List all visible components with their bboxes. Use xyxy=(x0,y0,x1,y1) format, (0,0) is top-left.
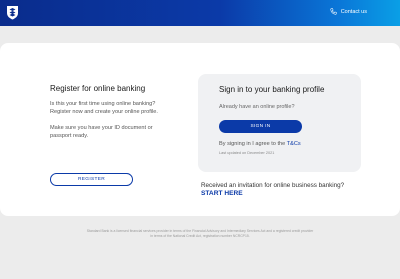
contact-us-label: Contact us xyxy=(340,8,367,15)
register-id-note: Make sure you have your ID document or p… xyxy=(50,125,153,139)
sign-in-button[interactable]: SIGN IN xyxy=(219,120,302,133)
register-section: Register for online banking Is this your… xyxy=(50,84,170,148)
register-title: Register for online banking xyxy=(50,84,146,93)
top-header-bar: Contact us xyxy=(0,0,400,26)
contact-us-link[interactable]: Contact us xyxy=(330,8,367,15)
footer-line-2: in terms of the National Credit Act, reg… xyxy=(150,234,250,238)
business-invite-text: Received an invitation for online busine… xyxy=(201,182,345,189)
signin-question: Already have an online profile? xyxy=(219,104,295,110)
last-updated-text: Last updated on December 2021 xyxy=(219,151,275,155)
footer-disclaimer: Standard Bank is a licensed financial se… xyxy=(40,229,360,239)
terms-agreement-text: By signing in I agree to the xyxy=(219,141,287,147)
tcs-link[interactable]: T&Cs xyxy=(287,141,301,147)
shield-logo-icon[interactable] xyxy=(6,5,19,20)
start-here-link[interactable]: START HERE xyxy=(201,190,243,197)
main-card: Register for online banking Is this your… xyxy=(0,43,400,216)
signin-panel: Sign in to your banking profile Already … xyxy=(198,74,361,172)
signin-title: Sign in to your banking profile xyxy=(219,85,325,94)
register-intro: Is this your first time using online ban… xyxy=(50,101,158,115)
terms-agreement: By signing in I agree to the T&Cs xyxy=(219,141,301,147)
phone-icon xyxy=(330,8,337,15)
register-button[interactable]: REGISTER xyxy=(50,173,133,186)
